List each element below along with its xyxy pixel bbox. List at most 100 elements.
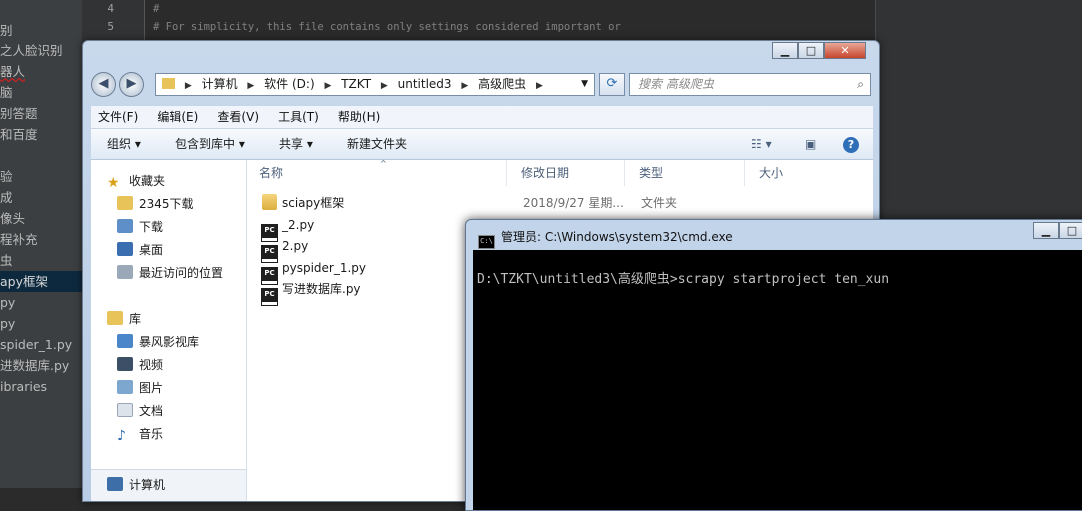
address-row: ◀ ▶ ▶ 计算机 ▶ 软件 (D:) ▶ TZKT ▶ untitled3 ▶…	[91, 72, 871, 98]
favorites-group[interactable]: ★ 收藏夹	[107, 170, 165, 192]
cmd-maximize-button[interactable]: □	[1059, 222, 1082, 239]
nav-computer-section: 计算机	[91, 469, 246, 501]
tree-item-selected[interactable]: apy框架	[0, 271, 82, 292]
line-number: 5	[107, 20, 114, 33]
nav-item-desktop[interactable]: 桌面	[117, 239, 163, 261]
breadcrumb-untitled3[interactable]: untitled3	[398, 77, 452, 91]
menu-tools[interactable]: 工具(T)	[271, 106, 326, 128]
file-row[interactable]: PC _2.py	[261, 214, 315, 242]
tree-item[interactable]: py	[0, 313, 15, 334]
close-button[interactable]: ✕	[824, 42, 866, 59]
breadcrumb-current[interactable]: 高级爬虫	[478, 77, 526, 91]
tree-item[interactable]: ibraries	[0, 376, 47, 397]
menu-bar: 文件(F) 编辑(E) 查看(V) 工具(T) 帮助(H)	[91, 106, 873, 129]
file-name: 写进数据库.py	[282, 282, 361, 296]
cmd-title: 管理员: C:\Windows\system32\cmd.exe	[501, 230, 733, 244]
nav-item-documents[interactable]: 文档	[117, 400, 163, 422]
file-row[interactable]: PC pyspider_1.py	[261, 257, 367, 285]
nav-item-recent-places[interactable]: 最近访问的位置	[117, 262, 223, 284]
search-placeholder: 搜索 高级爬虫	[638, 77, 714, 91]
tree-item[interactable]: 验	[0, 166, 13, 187]
search-icon[interactable]: ⌕	[857, 74, 864, 95]
help-icon[interactable]: ?	[843, 129, 859, 159]
nav-item-music[interactable]: ♪ 音乐	[117, 423, 163, 445]
cmd-minimize-button[interactable]: ▁	[1033, 222, 1059, 239]
line-number: 4	[107, 2, 114, 15]
video-library-icon	[117, 334, 133, 348]
address-dropdown-icon[interactable]: ▼	[581, 74, 588, 95]
tree-item[interactable]: py	[0, 292, 15, 313]
search-input[interactable]: 搜索 高级爬虫 ⌕	[629, 73, 871, 96]
column-header-date[interactable]: 修改日期	[507, 160, 625, 186]
file-name: pyspider_1.py	[282, 261, 367, 275]
nav-item-baofeng[interactable]: 暴风影视库	[117, 331, 199, 353]
nav-item-videos[interactable]: 视频	[117, 354, 163, 376]
cmd-window-controls: ▁ □	[1033, 222, 1082, 239]
menu-help[interactable]: 帮助(H)	[331, 106, 387, 128]
library-icon	[107, 311, 123, 325]
tree-item[interactable]: 和百度	[0, 124, 38, 145]
computer-icon	[107, 477, 123, 491]
address-bar[interactable]: ▶ 计算机 ▶ 软件 (D:) ▶ TZKT ▶ untitled3 ▶ 高级爬…	[155, 73, 595, 96]
column-header-name[interactable]: 名称 ^	[247, 159, 507, 186]
minimize-button[interactable]: ▁	[772, 42, 798, 59]
star-icon: ★	[107, 175, 120, 191]
tree-item[interactable]: 进数据库.py	[0, 355, 69, 376]
share-button[interactable]: 共享 ▾	[279, 129, 313, 159]
navigation-pane: ★ 收藏夹 2345下载 下载 桌面 最近访问的位置 库 暴风影视库 视频 图片 …	[91, 160, 247, 501]
view-options-icon[interactable]: ☷ ▾	[751, 129, 772, 159]
document-icon	[117, 403, 133, 417]
tree-item[interactable]: 程补充	[0, 229, 38, 250]
tree-item[interactable]: 成	[0, 187, 13, 208]
column-header-type[interactable]: 类型	[625, 160, 745, 186]
nav-item-2345-download[interactable]: 2345下载	[117, 193, 194, 215]
tree-item[interactable]: 别	[0, 20, 13, 41]
tree-item[interactable]: 器人	[0, 61, 25, 82]
pycharm-file-icon: PC	[261, 288, 278, 306]
command-toolbar: 组织 ▾ 包含到库中 ▾ 共享 ▾ 新建文件夹 ☷ ▾ ▣ ?	[91, 129, 873, 160]
tree-item[interactable]: 之人脸识别	[0, 40, 63, 61]
menu-view[interactable]: 查看(V)	[210, 106, 266, 128]
tree-item[interactable]: 像头	[0, 208, 25, 229]
cmd-window: C:\ 管理员: C:\Windows\system32\cmd.exe ▁ □ …	[465, 219, 1082, 511]
file-name: 2.py	[282, 239, 309, 253]
nav-item-computer[interactable]: 计算机	[107, 474, 165, 496]
folder-icon	[117, 196, 133, 210]
libraries-group[interactable]: 库	[107, 308, 141, 330]
code-line: # For simplicity, this file contains onl…	[153, 21, 621, 33]
new-folder-button[interactable]: 新建文件夹	[347, 129, 407, 159]
include-in-library-button[interactable]: 包含到库中 ▾	[175, 129, 245, 159]
file-name: _2.py	[282, 218, 315, 232]
menu-file[interactable]: 文件(F)	[91, 106, 145, 128]
file-row[interactable]: sciapy框架 2018/9/27 星期... 文件夹	[262, 192, 862, 214]
back-arrow-icon[interactable]: ◀	[91, 72, 116, 97]
nav-item-pictures[interactable]: 图片	[117, 377, 163, 399]
organize-button[interactable]: 组织 ▾	[107, 129, 141, 159]
sort-indicator-icon: ^	[380, 159, 387, 168]
recent-places-icon	[117, 265, 133, 279]
breadcrumb-drive[interactable]: 软件 (D:)	[264, 77, 314, 91]
desktop-icon	[117, 242, 133, 256]
refresh-icon[interactable]: ⟳	[599, 73, 625, 96]
nav-item-downloads[interactable]: 下载	[117, 216, 163, 238]
column-header-size[interactable]: 大小	[745, 160, 865, 186]
breadcrumb-tzkt[interactable]: TZKT	[341, 77, 371, 91]
tree-item[interactable]: 脑	[0, 82, 13, 103]
cmd-command-line: D:\TZKT\untitled3\高级爬虫>scrapy startproje…	[477, 272, 890, 287]
forward-arrow-icon[interactable]: ▶	[119, 72, 144, 97]
tree-item[interactable]: spider_1.py	[0, 334, 72, 355]
tree-item[interactable]: 别答题	[0, 103, 38, 124]
cmd-console[interactable]: D:\TZKT\untitled3\高级爬虫>scrapy startproje…	[473, 250, 1082, 510]
cmd-title-bar[interactable]: C:\ 管理员: C:\Windows\system32\cmd.exe	[478, 228, 733, 249]
download-folder-icon	[117, 219, 133, 233]
folder-icon	[162, 78, 175, 89]
file-row[interactable]: PC 2.py	[261, 235, 309, 263]
menu-edit[interactable]: 编辑(E)	[150, 106, 205, 128]
preview-pane-icon[interactable]: ▣	[805, 129, 816, 159]
ide-project-tree: 别 之人脸识别 器人 脑 别答题 和百度 验 成 像头 程补充 虫 apy框架 …	[0, 0, 82, 488]
file-row[interactable]: PC 写进数据库.py	[261, 278, 361, 306]
maximize-button[interactable]: □	[798, 42, 824, 59]
tree-item[interactable]: 虫	[0, 250, 13, 271]
breadcrumb-computer[interactable]: 计算机	[202, 77, 238, 91]
file-date: 2018/9/27 星期...	[523, 196, 624, 210]
